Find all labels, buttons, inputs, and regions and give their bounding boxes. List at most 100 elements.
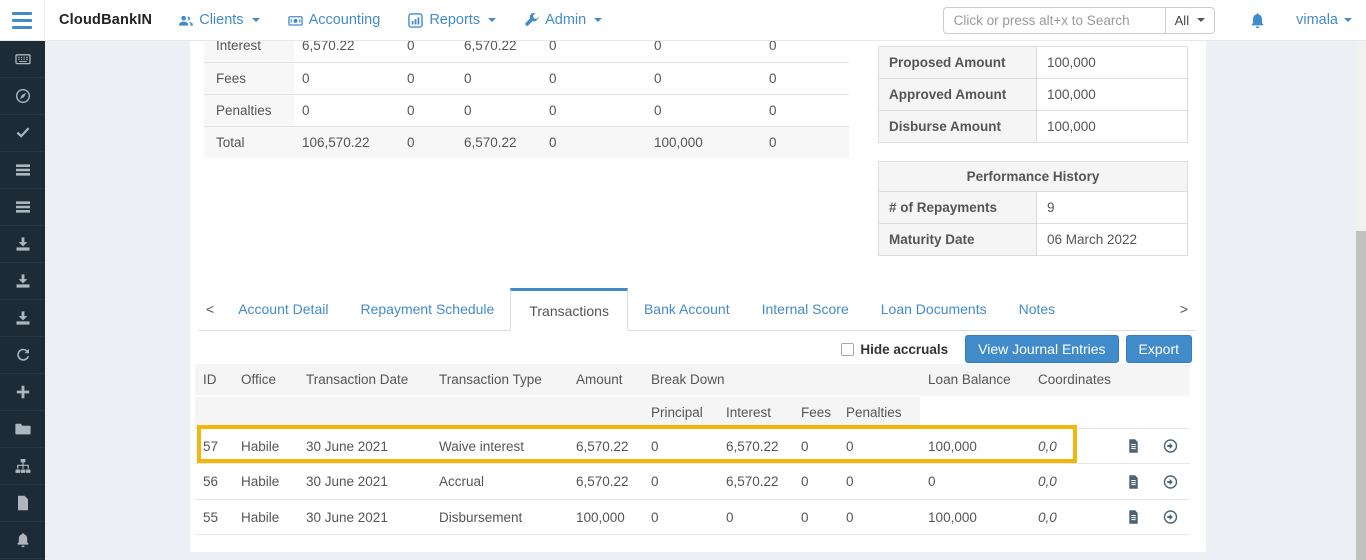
- cell-principal: 0: [643, 499, 718, 534]
- view-transaction-arrow-icon[interactable]: [1163, 509, 1178, 525]
- summary-value: 0: [399, 41, 456, 62]
- menu-toggle-button[interactable]: [0, 0, 45, 40]
- scrollbar-thumb[interactable]: [1356, 231, 1366, 560]
- journal-entry-icon[interactable]: [1126, 509, 1141, 525]
- tab-account-detail[interactable]: Account Detail: [222, 290, 344, 328]
- sidebar-tasks-icon-2[interactable]: [0, 189, 45, 226]
- sidebar-tasks-icon[interactable]: [0, 152, 45, 189]
- sidebar-bell-icon[interactable]: [0, 522, 45, 559]
- nav-clients[interactable]: Clients: [178, 12, 259, 28]
- loan-tabs: < Account Detail Repayment Schedule Tran…: [198, 288, 1196, 331]
- cell-actions: [1078, 499, 1190, 534]
- sidebar-file-icon[interactable]: [0, 485, 45, 522]
- table-row: Interest 6,570.22 0 6,570.22 0 0 0: [204, 41, 849, 62]
- nav-accounting[interactable]: Accounting: [288, 12, 381, 28]
- tab-transactions[interactable]: Transactions: [510, 288, 628, 331]
- col-penalties: Penalties: [838, 396, 920, 429]
- cell-interest: 6,570.22: [718, 429, 793, 464]
- table-row: Approved Amount 100,000: [879, 79, 1188, 111]
- sidebar-compass-icon[interactable]: [0, 78, 45, 115]
- sidebar-download-icon-3[interactable]: [0, 300, 45, 337]
- table-row: Fees 0 0 0 0 0 0: [204, 62, 849, 94]
- nav-reports[interactable]: Reports: [408, 12, 496, 28]
- tab-repayment-schedule[interactable]: Repayment Schedule: [344, 290, 510, 328]
- table-row: Total 106,570.22 0 6,570.22 0 100,000 0: [204, 126, 849, 158]
- sidebar-folder-icon[interactable]: [0, 411, 45, 448]
- journal-entry-icon[interactable]: [1126, 438, 1141, 454]
- cell-actions: [1078, 464, 1190, 499]
- summary-value: 0: [761, 62, 849, 94]
- summary-value: 0: [456, 94, 541, 126]
- search-filter-dropdown[interactable]: All: [1166, 7, 1215, 34]
- transaction-row-57[interactable]: 57 Habile 30 June 2021 Waive interest 6,…: [195, 429, 1190, 464]
- view-journal-entries-button[interactable]: View Journal Entries: [965, 335, 1118, 363]
- page-scrollbar[interactable]: [1356, 41, 1366, 560]
- summary-value: 0: [456, 62, 541, 94]
- summary-value: 0: [399, 62, 456, 94]
- nav-reports-label: Reports: [429, 12, 480, 28]
- checkbox-box[interactable]: [841, 343, 854, 356]
- tab-internal-score[interactable]: Internal Score: [746, 290, 865, 328]
- cell-office: Habile: [233, 429, 298, 464]
- summary-value: 0: [761, 41, 849, 62]
- sidebar-check-icon[interactable]: [0, 115, 45, 152]
- cell-amount: 100,000: [568, 499, 643, 534]
- sidebar-download-icon-2[interactable]: [0, 263, 45, 300]
- performance-value: 06 March 2022: [1037, 224, 1188, 256]
- cell-fees: 0: [793, 464, 838, 499]
- sidebar-download-icon-1[interactable]: [0, 226, 45, 263]
- tab-notes[interactable]: Notes: [1003, 290, 1072, 328]
- username: vimala: [1296, 12, 1338, 28]
- amount-value: 100,000: [1037, 47, 1188, 79]
- cell-amount: 6,570.22: [568, 464, 643, 499]
- summary-value: 0: [541, 94, 646, 126]
- view-transaction-arrow-icon[interactable]: [1163, 438, 1178, 454]
- sidebar-refresh-icon[interactable]: [0, 337, 45, 374]
- summary-value: 106,570.22: [294, 126, 399, 158]
- cell-interest: 0: [718, 499, 793, 534]
- cell-id: 57: [195, 429, 233, 464]
- tab-loan-documents[interactable]: Loan Documents: [865, 290, 1003, 328]
- sidebar-plus-icon[interactable]: [0, 374, 45, 411]
- tabs-scroll-left[interactable]: <: [198, 301, 222, 317]
- transaction-row-56[interactable]: 56 Habile 30 June 2021 Accrual 6,570.22 …: [195, 464, 1190, 499]
- journal-entry-icon[interactable]: [1126, 474, 1141, 490]
- cell-id: 55: [195, 499, 233, 534]
- loan-summary-table: Interest 6,570.22 0 6,570.22 0 0 0 Fees …: [204, 41, 864, 160]
- cell-id: 56: [195, 464, 233, 499]
- cell-type: Waive interest: [431, 429, 568, 464]
- user-menu[interactable]: vimala: [1296, 12, 1352, 28]
- loan-amounts-table: Proposed Amount 100,000 Approved Amount …: [878, 46, 1188, 143]
- summary-label: Total: [204, 126, 294, 158]
- cell-date: 30 June 2021: [298, 429, 431, 464]
- col-amount: Amount: [568, 364, 643, 396]
- sidebar-keyboard-icon[interactable]: [0, 41, 45, 78]
- tab-bank-account[interactable]: Bank Account: [628, 290, 746, 328]
- cell-coordinates: 0,0: [1030, 429, 1078, 464]
- summary-value: 6,570.22: [456, 126, 541, 158]
- summary-label: Interest: [204, 41, 294, 62]
- amount-value: 100,000: [1037, 111, 1188, 143]
- summary-value: 0: [646, 94, 761, 126]
- nav-admin[interactable]: Admin: [524, 12, 602, 28]
- brand-logo[interactable]: CloudBankIN: [59, 12, 152, 28]
- notifications-bell-button[interactable]: [1249, 12, 1266, 29]
- summary-value: 0: [646, 41, 761, 62]
- transaction-row-55[interactable]: 55 Habile 30 June 2021 Disbursement 100,…: [195, 499, 1190, 534]
- cell-date: 30 June 2021: [298, 464, 431, 499]
- search-input[interactable]: [943, 7, 1166, 34]
- export-button[interactable]: Export: [1126, 335, 1192, 363]
- table-row: Maturity Date 06 March 2022: [879, 224, 1188, 256]
- users-icon: [178, 13, 193, 28]
- view-transaction-arrow-icon[interactable]: [1163, 474, 1178, 490]
- cell-penalties: 0: [838, 499, 920, 534]
- sidebar-sitemap-icon[interactable]: [0, 448, 45, 485]
- global-search: All: [943, 7, 1215, 34]
- amount-label: Disburse Amount: [879, 111, 1037, 143]
- table-row: Disburse Amount 100,000: [879, 111, 1188, 143]
- tabs-scroll-right[interactable]: >: [1172, 301, 1196, 317]
- table-row: Penalties 0 0 0 0 0 0: [204, 94, 849, 126]
- caret-down-icon: [1197, 18, 1205, 22]
- hide-accruals-checkbox[interactable]: Hide accruals: [841, 342, 948, 357]
- left-sidebar: [0, 41, 45, 560]
